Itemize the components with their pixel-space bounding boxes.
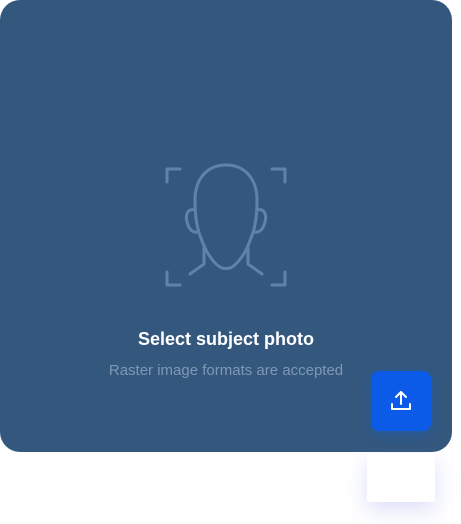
upload-button[interactable] [371, 371, 431, 431]
upload-widget: Select subject photo Raster image format… [0, 0, 461, 524]
photo-dropzone[interactable]: Select subject photo Raster image format… [0, 0, 452, 452]
face-scan-icon [160, 160, 292, 292]
dropzone-title: Select subject photo [137, 329, 315, 349]
shadow-tile [367, 453, 435, 502]
upload-icon [391, 391, 411, 410]
